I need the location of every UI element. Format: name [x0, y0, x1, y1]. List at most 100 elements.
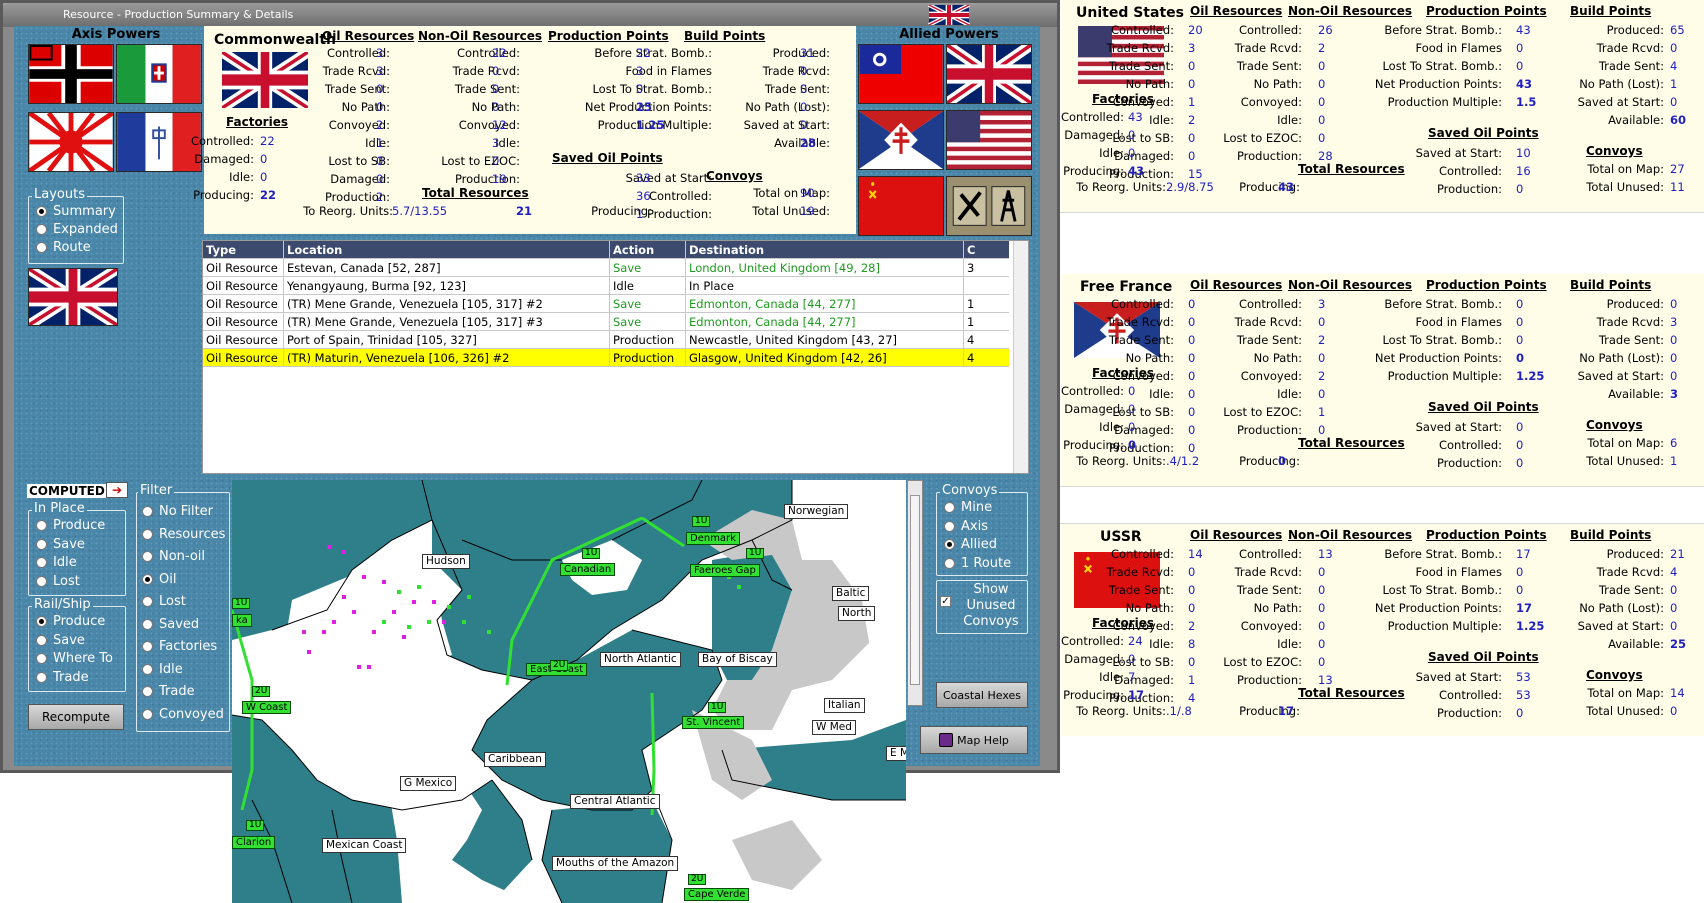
convoy-unit-marker[interactable]: 1U — [692, 516, 711, 527]
table-row[interactable]: Oil Resource (TR) Mene Grande, Venezuela … — [203, 313, 1009, 331]
world-map[interactable]: Norwegian Denmark Faeroes Gap Canadian Hudso… — [232, 480, 906, 903]
map-label[interactable]: G Mexico — [400, 776, 457, 791]
computed-arrow-button[interactable]: ➔ — [106, 482, 128, 498]
column-header[interactable]: Location — [287, 243, 342, 257]
map-label[interactable]: St. Vincent — [682, 716, 745, 729]
filter-option-radio[interactable]: Lost — [142, 594, 186, 609]
column-header[interactable]: Type — [206, 243, 236, 257]
table-row[interactable]: Oil Resource Estevan, Canada [52, 287] Sav… — [203, 259, 1009, 277]
map-label[interactable]: Caribbean — [484, 752, 546, 767]
railship-option-radio[interactable]: Trade — [36, 670, 89, 685]
table-scrollbar[interactable] — [1013, 241, 1028, 473]
filter-option-radio[interactable]: Factories — [142, 639, 217, 654]
radio-dot — [944, 520, 955, 532]
table-cell: Save — [613, 297, 642, 311]
map-label[interactable]: Bay of Biscay — [698, 652, 777, 667]
free-france-flag-icon[interactable] — [858, 110, 944, 170]
map-label[interactable]: Mouths of the Amazon — [552, 856, 679, 871]
filter-option-radio[interactable]: No Filter — [142, 504, 213, 519]
radio-dot — [36, 634, 47, 646]
stat-label: Before Strat. Bomb.: — [1384, 23, 1502, 37]
china-flag-icon[interactable] — [858, 44, 944, 104]
railship-option-radio[interactable]: Save — [36, 633, 85, 648]
inplace-option-radio[interactable]: Lost — [36, 574, 80, 589]
map-help-button[interactable]: Map Help — [920, 726, 1028, 754]
convoy-unit-marker[interactable]: 2U — [550, 660, 569, 671]
ussr-flag-icon[interactable] — [858, 176, 944, 236]
railship-option-radio[interactable]: Produce — [36, 614, 105, 629]
map-label[interactable]: Cape Verde — [684, 888, 750, 901]
stat-label: Controlled: — [1438, 688, 1502, 702]
layout-expanded-radio[interactable]: Expanded — [36, 222, 118, 237]
inplace-option-radio[interactable]: Idle — [36, 555, 77, 570]
convoy-unit-marker[interactable]: 1U — [246, 820, 265, 831]
japan-flag-icon[interactable] — [28, 112, 114, 172]
column-header[interactable]: C — [967, 243, 975, 257]
convoys_box-option-radio[interactable]: Allied — [944, 537, 997, 552]
recompute-button[interactable]: Recompute — [28, 704, 124, 730]
map-label[interactable]: Canadian — [560, 563, 616, 576]
filter-option-radio[interactable]: Oil — [142, 572, 176, 587]
map-label[interactable]: E Med — [886, 746, 906, 761]
map-label[interactable]: W Coast — [242, 701, 292, 714]
map-label[interactable]: Denmark — [686, 532, 740, 545]
radio-label: Summary — [53, 204, 116, 219]
convoy-unit-marker[interactable]: 1U — [232, 598, 251, 609]
resources-tools-icon[interactable] — [946, 176, 1032, 236]
table-row[interactable]: Oil Resource (TR) Mene Grande, Venezuela … — [203, 295, 1009, 313]
map-label[interactable]: Clarion — [232, 836, 276, 849]
layout-route-radio[interactable]: Route — [36, 240, 91, 255]
stat-value: 0 — [260, 152, 268, 166]
railship-option-radio[interactable]: Where To — [36, 651, 113, 666]
map-label[interactable]: W Med — [812, 720, 856, 735]
coastal-hexes-button[interactable]: Coastal Hexes — [936, 682, 1028, 708]
italy-flag-icon[interactable] — [116, 44, 202, 104]
filter-option-radio[interactable]: Resources — [142, 527, 225, 542]
germany-flag-icon[interactable] — [28, 44, 114, 104]
filter-option-radio[interactable]: Convoyed — [142, 707, 224, 722]
inplace-option-radio[interactable]: Save — [36, 537, 85, 552]
convoy-unit-marker[interactable]: 1U — [746, 548, 765, 559]
convoy-unit-marker[interactable]: 2U — [252, 686, 271, 697]
column-header[interactable]: Destination — [689, 243, 764, 257]
convoy-unit-marker[interactable]: 2U — [688, 874, 707, 885]
stat-label: Trade Sent: — [1108, 333, 1174, 347]
layout-summary-radio[interactable]: Summary — [36, 204, 116, 219]
column-header[interactable]: Action — [613, 243, 654, 257]
map-label[interactable]: North — [838, 606, 876, 621]
table-row[interactable]: Oil Resource (TR) Maturin, Venezuela [106… — [203, 349, 1009, 367]
radio-dot — [142, 596, 153, 607]
map-label[interactable]: Mexican Coast — [322, 838, 407, 853]
scrollbar-thumb[interactable] — [910, 495, 920, 685]
stat-value: 0 — [1516, 315, 1524, 329]
column-divider — [609, 241, 610, 367]
convoys_box-option-radio[interactable]: 1 Route — [944, 556, 1011, 571]
filter-option-radio[interactable]: Non-oil — [142, 549, 205, 564]
show-unused-convoys-checkbox[interactable]: ✓ Show Unused Convoys — [940, 582, 1028, 630]
map-label[interactable]: Italian — [824, 698, 865, 713]
map-label[interactable]: Faeroes Gap — [690, 564, 760, 577]
convoys_box-option-radio[interactable]: Axis — [944, 519, 988, 534]
map-label[interactable]: Baltic — [832, 586, 870, 601]
vichy-france-flag-icon[interactable] — [116, 112, 202, 172]
table-row[interactable]: Oil Resource Port of Spain, Trinidad [105… — [203, 331, 1009, 349]
map-vertical-scrollbar[interactable] — [907, 480, 923, 706]
inplace-option-radio[interactable]: Produce — [36, 518, 105, 533]
map-label[interactable]: Norwegian — [784, 504, 849, 519]
convoys_box-option-radio[interactable]: Mine — [944, 500, 992, 515]
table-row[interactable]: Oil Resource Yenangyaung, Burma [92, 123]… — [203, 277, 1009, 295]
us-flag-icon[interactable] — [946, 110, 1032, 170]
map-label[interactable]: Central Atlantic — [570, 794, 660, 809]
convoy-unit-marker[interactable]: 1U — [708, 702, 727, 713]
convoy-unit-marker[interactable]: 1U — [582, 548, 601, 559]
table-cell: Port of Spain, Trinidad [105, 327] — [287, 333, 477, 347]
filter-option-radio[interactable]: Idle — [142, 662, 183, 677]
map-label[interactable]: Hudson — [422, 554, 470, 569]
uk-flag-icon[interactable] — [946, 44, 1032, 104]
map-label[interactable]: North Atlantic — [600, 652, 681, 667]
stat-label: Total on Map: — [1587, 686, 1664, 700]
map-label[interactable]: ka — [232, 614, 252, 627]
title-bar[interactable]: Resource - Production Summary & Details — [3, 3, 1057, 27]
filter-option-radio[interactable]: Trade — [142, 684, 195, 699]
filter-option-radio[interactable]: Saved — [142, 617, 199, 632]
